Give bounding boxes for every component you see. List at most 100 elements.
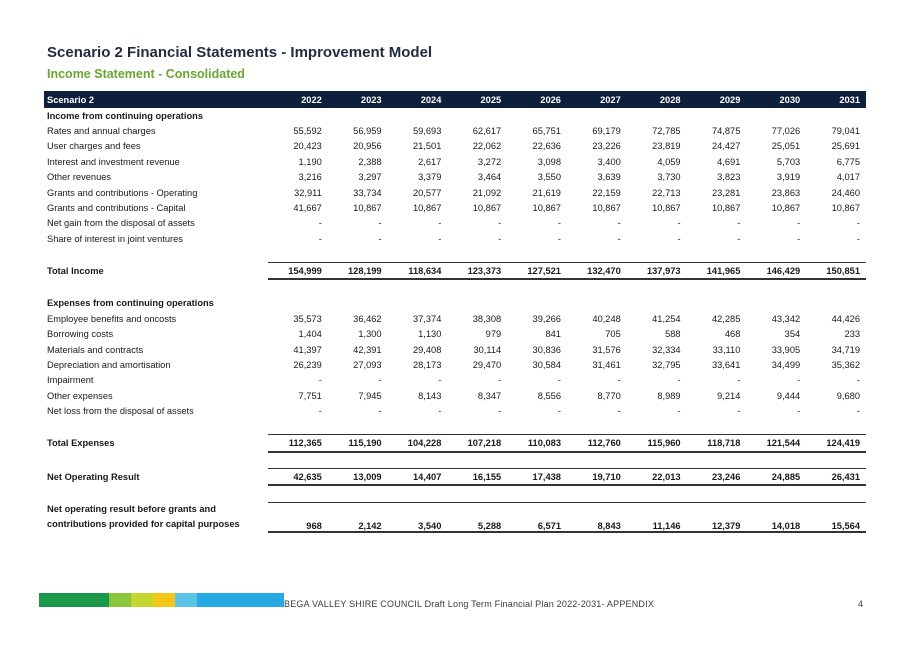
row-value: 841 [545, 329, 561, 340]
row-value: 33,905 [771, 344, 801, 355]
row-value: 43,342 [771, 313, 801, 324]
table-row: User charges and fees 20,423 20,956 21,501 2… [44, 139, 866, 154]
row-label: Grants and contributions - Capital [47, 203, 186, 214]
row-value: 8,556 [537, 390, 561, 401]
row-value: - [797, 218, 801, 229]
row-value: - [856, 233, 860, 244]
row-value: - [498, 375, 502, 386]
row-value [567, 247, 627, 263]
row-value: - [498, 233, 502, 244]
row-value [328, 419, 388, 435]
row-value: 154,999 [268, 261, 328, 281]
header-year: 2031 [806, 91, 866, 108]
row-value: - [617, 233, 621, 244]
row-value: 56,959 [353, 126, 382, 137]
row-value [746, 279, 806, 295]
row-value: 33,641 [711, 359, 741, 370]
row-value: 30,836 [532, 344, 561, 355]
row-value: 112,365 [268, 434, 328, 453]
row-value [567, 419, 627, 435]
row-value: 7,945 [358, 390, 382, 401]
row-value: 4,691 [717, 156, 741, 167]
row-value: 2,617 [418, 156, 442, 167]
table-row: Grants and contributions - Capital 41,667… [44, 200, 866, 215]
row-label: User charges and fees [47, 141, 141, 152]
row-value [746, 419, 806, 435]
row-value: 28,173 [412, 359, 442, 370]
row-value: 127,521 [507, 261, 567, 281]
row-label: Materials and contracts [47, 344, 144, 355]
row-value [567, 452, 627, 469]
table-row: Employee benefits and oncosts 35,573 36,46… [44, 311, 866, 326]
row-value [627, 419, 687, 435]
row-value: 10,867 [412, 203, 442, 214]
row-value: 118,634 [387, 261, 448, 281]
row-value [447, 247, 507, 263]
row-value [447, 419, 507, 435]
row-value: 23,819 [652, 141, 681, 152]
row-value: 8,989 [657, 390, 681, 401]
footer-bar-segment [153, 593, 175, 607]
row-value: - [737, 406, 741, 417]
row-value: 6,775 [836, 156, 860, 167]
row-value [268, 247, 328, 263]
page-title: Scenario 2 Financial Statements - Improv… [47, 44, 433, 61]
row-value [806, 279, 866, 295]
row-value: - [318, 375, 322, 386]
row-value: - [378, 375, 382, 386]
row-value: - [498, 218, 502, 229]
row-value: - [737, 218, 741, 229]
row-value: 38,308 [472, 313, 502, 324]
row-value: 22,013 [626, 467, 687, 487]
row-value: 14,018 [746, 501, 807, 534]
row-value: 22,713 [652, 187, 681, 198]
row-value: 25,691 [831, 141, 860, 152]
footer-bar-segment [131, 593, 153, 607]
row-value: 29,470 [472, 359, 502, 370]
row-value: 10,867 [532, 203, 561, 214]
row-label: Other revenues [47, 172, 112, 183]
row-value [746, 485, 806, 502]
row-value [806, 296, 866, 311]
row-value: 31,576 [592, 344, 621, 355]
row-value: 3,823 [717, 172, 741, 183]
row-value: 588 [665, 329, 681, 340]
row-value [268, 485, 328, 502]
table-row: Materials and contracts 41,397 42,391 29,40… [44, 342, 866, 357]
row-value [746, 296, 806, 311]
header-label: Scenario 2 [44, 91, 268, 108]
row-value: 15,564 [806, 501, 866, 534]
header-year: 2029 [686, 91, 747, 108]
row-value: 19,710 [566, 467, 627, 487]
row-value [507, 247, 567, 263]
row-value: - [378, 218, 382, 229]
row-value: 146,429 [746, 261, 807, 281]
row-value [447, 296, 507, 311]
row-value: 24,427 [711, 141, 741, 152]
row-value: 41,667 [293, 203, 322, 214]
row-value: 44,426 [831, 313, 860, 324]
row-value: 23,281 [711, 187, 741, 198]
row-value: 17,438 [507, 467, 567, 487]
row-value: - [797, 375, 801, 386]
row-value: 118,718 [686, 434, 747, 453]
table-row: Net loss from the disposal of assets - - - -… [44, 403, 866, 418]
row-value [388, 279, 448, 295]
row-value: 26,431 [806, 467, 866, 487]
row-value: 3,216 [298, 172, 322, 183]
row-value [806, 419, 866, 435]
row-value: 4,059 [657, 156, 681, 167]
row-value: 23,226 [592, 141, 621, 152]
row-value: 10,867 [592, 203, 621, 214]
header-year: 2026 [507, 91, 567, 108]
row-label [44, 452, 268, 469]
row-value: 8,770 [597, 390, 621, 401]
row-value [507, 485, 567, 502]
row-value [328, 279, 388, 295]
row-value [567, 279, 627, 295]
row-value [328, 247, 388, 263]
row-value: 22,636 [532, 141, 561, 152]
row-value: 42,285 [711, 313, 741, 324]
row-value: 1,190 [298, 156, 322, 167]
row-value: 10,867 [353, 203, 382, 214]
